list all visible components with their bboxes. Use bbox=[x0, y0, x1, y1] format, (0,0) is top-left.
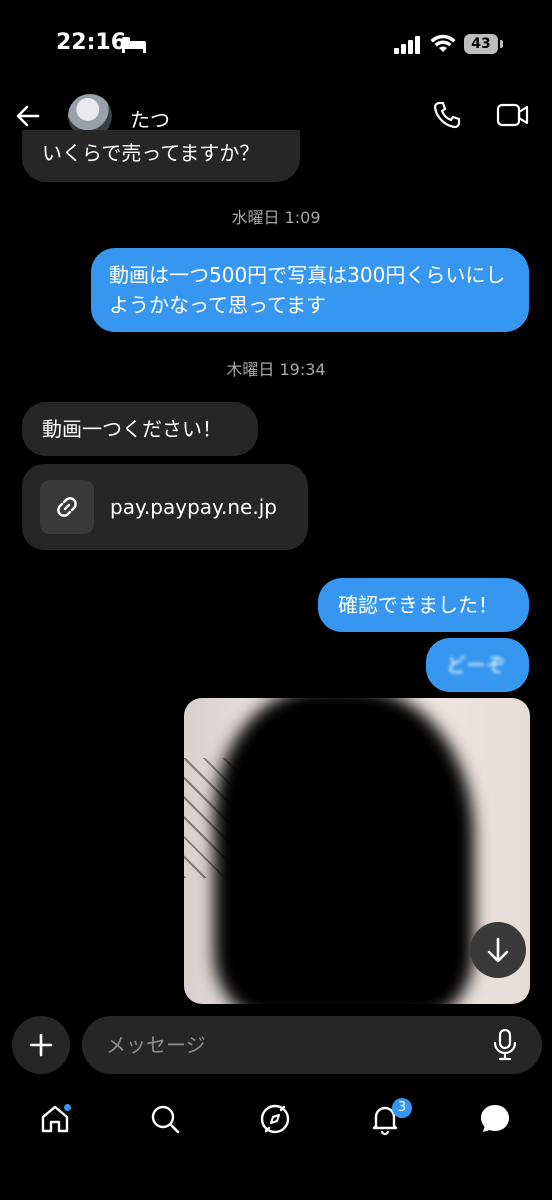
status-time: 22:16 bbox=[56, 30, 127, 55]
messages-tab-icon[interactable] bbox=[478, 1102, 512, 1140]
outgoing-message[interactable]: どーぞ bbox=[426, 638, 529, 692]
message-text: 動画一つください！ bbox=[42, 417, 222, 441]
message-text: 動画は一つ500円で写真は300円くらいにしようかなって思ってます bbox=[109, 263, 506, 317]
incoming-message[interactable]: 動画一つください！ bbox=[22, 402, 258, 456]
add-attachment-button[interactable] bbox=[12, 1016, 70, 1074]
cellular-signal-icon bbox=[394, 36, 422, 58]
wifi-icon bbox=[430, 34, 456, 58]
scroll-to-bottom-button[interactable] bbox=[470, 922, 526, 978]
explore-compass-icon[interactable] bbox=[258, 1102, 292, 1140]
microphone-icon[interactable] bbox=[490, 1028, 520, 1066]
message-text: いくらで売ってますか？ bbox=[42, 141, 260, 165]
sleep-mode-icon bbox=[120, 35, 148, 59]
contact-name[interactable]: たつ bbox=[130, 104, 170, 133]
home-unread-dot bbox=[64, 1104, 71, 1111]
video-call-icon[interactable] bbox=[496, 100, 530, 134]
battery-cap bbox=[500, 40, 503, 48]
battery-level: 43 bbox=[464, 34, 498, 54]
outgoing-message[interactable]: 動画は一つ500円で写真は300円くらいにしようかなって思ってます bbox=[91, 248, 529, 332]
outgoing-message[interactable]: 確認できました！ bbox=[318, 578, 529, 632]
plus-icon bbox=[29, 1033, 53, 1057]
message-text: どーぞ bbox=[446, 653, 506, 677]
timestamp: 木曜日 19:34 bbox=[226, 360, 326, 379]
link-preview-message[interactable]: pay.paypay.ne.jp bbox=[22, 464, 308, 550]
message-input[interactable] bbox=[82, 1016, 542, 1074]
censor-overlay bbox=[214, 698, 474, 1004]
incoming-message[interactable]: いくらで売ってますか？ bbox=[22, 130, 300, 182]
notification-badge: 3 bbox=[392, 1098, 412, 1118]
link-icon bbox=[53, 493, 81, 529]
link-url: pay.paypay.ne.jp bbox=[110, 495, 277, 519]
search-tab-icon[interactable] bbox=[148, 1102, 182, 1140]
phone-call-icon[interactable] bbox=[432, 100, 462, 134]
arrow-down-icon bbox=[487, 937, 509, 963]
message-text: 確認できました！ bbox=[338, 593, 498, 617]
timestamp: 水曜日 1:09 bbox=[231, 208, 321, 227]
